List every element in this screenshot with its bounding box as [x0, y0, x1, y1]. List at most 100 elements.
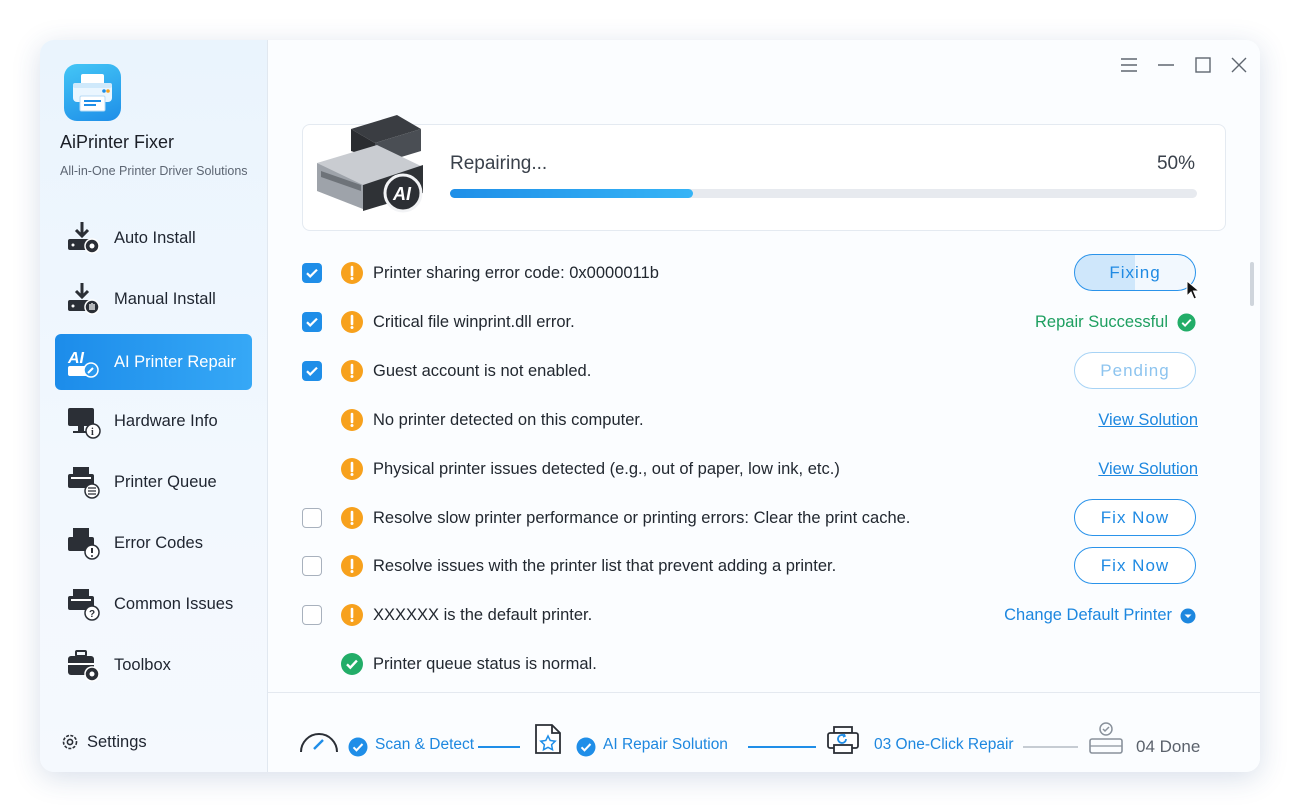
issue-row: Resolve slow printer performance or prin… — [302, 499, 1198, 536]
svg-text:AI: AI — [67, 350, 85, 367]
fix-now-button[interactable]: Fix Now — [1074, 547, 1196, 584]
step-connector — [478, 746, 520, 748]
speedometer-icon — [300, 733, 338, 753]
menu-icon[interactable] — [1118, 54, 1140, 76]
sidebar-item-label: Auto Install — [114, 228, 196, 247]
issue-row: Guest account is not enabled. Pending — [302, 352, 1198, 389]
sidebar-item-label: Manual Install — [114, 289, 216, 308]
issue-text: XXXXXX is the default printer. — [373, 606, 593, 624]
issue-row: Resolve issues with the printer list tha… — [302, 547, 1198, 584]
step-connector — [748, 746, 816, 748]
settings-button[interactable]: Settings — [60, 732, 147, 752]
printer-queue-icon — [64, 463, 102, 501]
repair-progress-card: AI Repairing... 50% — [302, 115, 1226, 231]
ai-printer-illustration-icon: AI — [317, 115, 423, 213]
issue-text: Printer sharing error code: 0x0000011b — [373, 264, 659, 282]
error-codes-icon — [64, 524, 102, 562]
warning-icon — [341, 458, 363, 480]
check-circle-icon — [341, 653, 363, 675]
app-name: AiPrinter Fixer — [60, 132, 175, 152]
issue-checkbox[interactable] — [302, 508, 322, 528]
repair-steps-bar: Scan & Detect AI Repair Solution 03 One-… — [268, 692, 1260, 772]
sidebar-item-error-codes[interactable]: Error Codes — [55, 515, 252, 571]
sidebar: AiPrinter Fixer All-in-One Printer Drive… — [40, 40, 268, 772]
svg-text:?: ? — [89, 609, 95, 620]
svg-text:i: i — [91, 427, 94, 438]
fixing-button[interactable]: Fixing — [1074, 254, 1196, 291]
issue-checkbox[interactable] — [302, 263, 322, 283]
warning-icon — [341, 604, 363, 626]
document-star-icon — [535, 724, 561, 754]
dropdown-label: Change Default Printer — [1004, 606, 1172, 624]
minimize-icon[interactable] — [1155, 54, 1177, 76]
sidebar-item-hardware-info[interactable]: i Hardware Info — [55, 393, 252, 449]
issue-checkbox[interactable] — [302, 605, 322, 625]
warning-icon — [341, 311, 363, 333]
sidebar-item-label: Hardware Info — [114, 411, 218, 430]
sidebar-item-common-issues[interactable]: ? Common Issues — [55, 576, 252, 632]
progress-label: Repairing... — [450, 153, 548, 174]
issue-checkbox[interactable] — [302, 312, 322, 332]
sidebar-item-manual-install[interactable]: Manual Install — [55, 271, 252, 327]
app-subtitle: All-in-One Printer Driver Solutions — [60, 164, 248, 178]
issue-checkbox[interactable] — [302, 361, 322, 381]
sidebar-item-label: Toolbox — [114, 655, 171, 674]
sidebar-item-ai-printer-repair[interactable]: AI AI Printer Repair — [55, 334, 252, 390]
sidebar-item-toolbox[interactable]: Toolbox — [55, 637, 252, 693]
warning-icon — [341, 555, 363, 577]
issue-text: Guest account is not enabled. — [373, 362, 592, 380]
auto-install-icon — [64, 219, 102, 257]
repair-success-text: Repair Successful — [1035, 313, 1168, 331]
issue-text: No printer detected on this computer. — [373, 411, 644, 429]
app-window: AiPrinter Fixer All-in-One Printer Drive… — [40, 40, 1260, 772]
issue-text: Physical printer issues detected (e.g., … — [373, 460, 840, 478]
view-solution-link[interactable]: View Solution — [1098, 460, 1198, 479]
change-default-printer-dropdown[interactable]: Change Default Printer — [1004, 606, 1196, 625]
warning-icon — [341, 507, 363, 529]
settings-label: Settings — [87, 732, 147, 751]
close-icon[interactable] — [1228, 54, 1250, 76]
progress-percent: 50% — [1156, 153, 1195, 174]
issue-row: Printer queue status is normal. — [302, 649, 1198, 679]
issue-row: No printer detected on this computer. Vie… — [302, 405, 1198, 435]
sidebar-item-label: Printer Queue — [114, 472, 217, 491]
warning-icon — [341, 409, 363, 431]
sidebar-item-label: AI Printer Repair — [114, 352, 236, 371]
step-done: 04 Done — [1136, 737, 1201, 756]
main-panel: AI Repairing... 50% Printer sharing erro… — [268, 40, 1260, 772]
gear-icon — [62, 734, 78, 750]
step-ai-repair-solution: AI Repair Solution — [603, 736, 728, 753]
issue-checkbox[interactable] — [302, 556, 322, 576]
step-connector — [1023, 746, 1078, 748]
repair-success-status: Repair Successful — [1035, 313, 1196, 332]
issue-row: Critical file winprint.dll error. Repair … — [302, 307, 1198, 337]
sidebar-item-label: Common Issues — [114, 594, 234, 613]
scrollbar-thumb[interactable] — [1250, 262, 1254, 306]
step-one-click-repair: 03 One-Click Repair — [874, 736, 1014, 753]
sidebar-item-label: Error Codes — [114, 533, 203, 552]
step-scan-detect: Scan & Detect — [375, 736, 475, 753]
mouse-cursor-icon — [1186, 280, 1200, 300]
check-circle-icon — [348, 737, 368, 757]
sidebar-item-auto-install[interactable]: Auto Install — [55, 210, 252, 266]
chevron-down-icon — [1180, 608, 1196, 623]
sidebar-item-printer-queue[interactable]: Printer Queue — [55, 454, 252, 510]
progress-bar — [450, 189, 1197, 198]
check-circle-icon — [1177, 313, 1196, 332]
app-logo-printer-icon — [64, 64, 121, 121]
manual-install-icon — [64, 280, 102, 318]
issue-row: Physical printer issues detected (e.g., … — [302, 454, 1198, 484]
issue-row: XXXXXX is the default printer. Change Def… — [302, 600, 1198, 630]
issue-row: Printer sharing error code: 0x0000011b Fi… — [302, 254, 1200, 300]
maximize-icon[interactable] — [1192, 54, 1214, 76]
view-solution-link[interactable]: View Solution — [1098, 411, 1198, 430]
progress-bar-fill — [450, 189, 693, 198]
check-circle-icon — [576, 737, 596, 757]
issue-text: Critical file winprint.dll error. — [373, 313, 575, 331]
printer-refresh-icon — [827, 726, 859, 754]
svg-text:AI: AI — [392, 184, 412, 204]
warning-icon — [341, 262, 363, 284]
issue-text: Printer queue status is normal. — [373, 655, 597, 673]
fix-now-button[interactable]: Fix Now — [1074, 499, 1196, 536]
toolbox-icon — [64, 646, 102, 684]
